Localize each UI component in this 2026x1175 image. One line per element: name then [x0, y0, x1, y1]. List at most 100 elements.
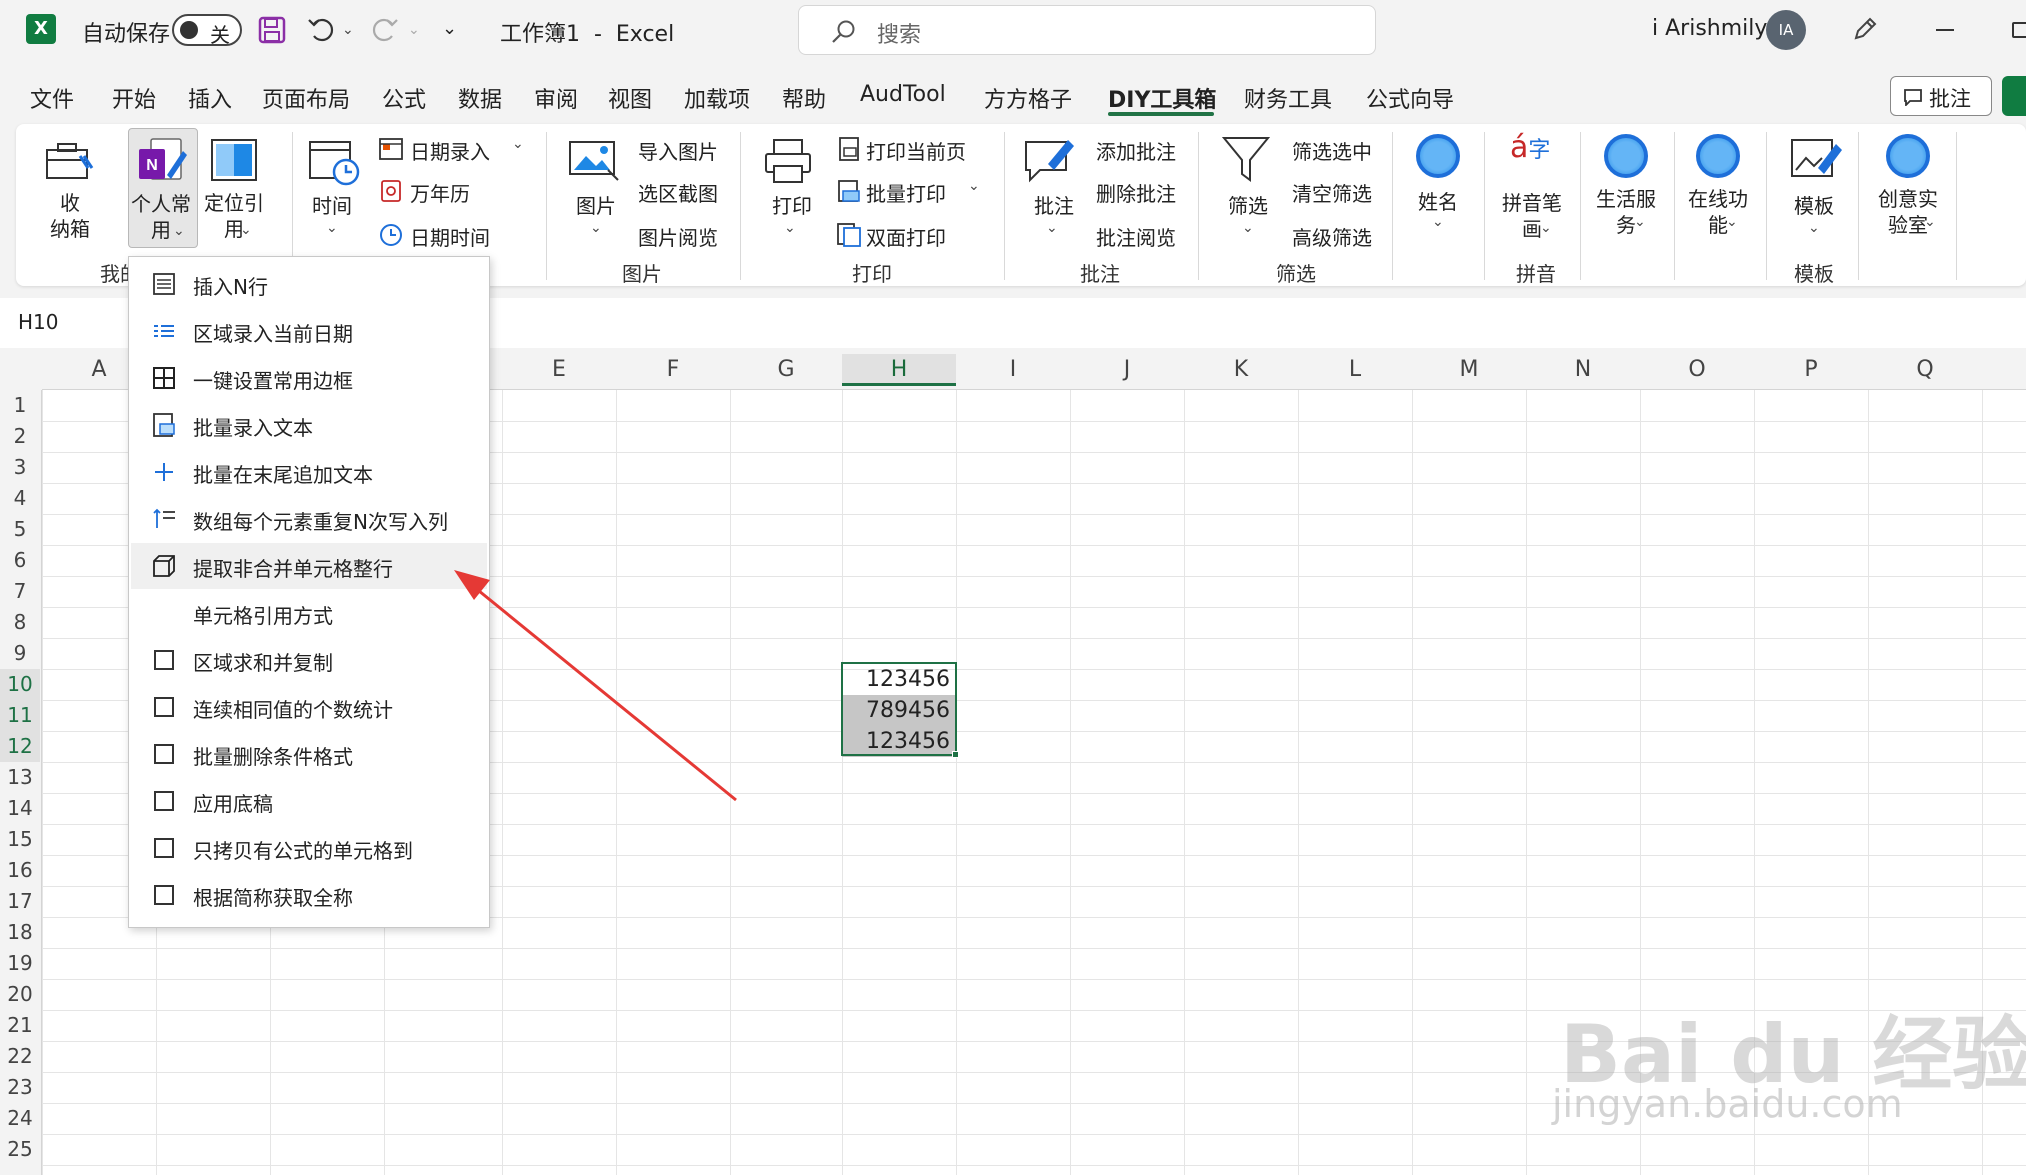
- row-header-8[interactable]: 8: [0, 607, 40, 638]
- row-header-10[interactable]: 10: [0, 669, 40, 700]
- fill-handle[interactable]: [952, 751, 959, 758]
- tab-addins[interactable]: 加载项: [684, 82, 750, 114]
- row-header-1[interactable]: 1: [0, 390, 40, 421]
- checkbox[interactable]: [154, 885, 174, 905]
- column-header-g[interactable]: G: [730, 354, 842, 386]
- tab-formula-wizard[interactable]: 公式向导: [1366, 82, 1454, 114]
- name-box[interactable]: H10: [18, 310, 59, 334]
- undo-dropdown-icon[interactable]: ⌄: [342, 22, 354, 38]
- row-header-19[interactable]: 19: [0, 948, 40, 979]
- menu-item-count-consecutive[interactable]: 连续相同值的个数统计: [131, 684, 487, 730]
- menu-item-full-name-lookup[interactable]: 根据简称获取全称: [131, 872, 487, 918]
- column-header-l[interactable]: L: [1298, 354, 1412, 386]
- picture-viewer-button[interactable]: 图片阅览: [638, 222, 718, 251]
- row-header-9[interactable]: 9: [0, 638, 40, 669]
- clear-filter-button[interactable]: 清空筛选: [1292, 178, 1372, 207]
- row-header-2[interactable]: 2: [0, 421, 40, 452]
- template-button[interactable]: 模板: [1794, 190, 1834, 219]
- online-function-button[interactable]: 在线功 能: [1688, 186, 1748, 238]
- row-header-7[interactable]: 7: [0, 576, 40, 607]
- duplex-print-button[interactable]: 双面打印: [866, 222, 946, 251]
- pinyin-stroke-button[interactable]: 拼音笔 画: [1502, 190, 1562, 242]
- tab-page-layout[interactable]: 页面布局: [262, 82, 350, 114]
- menu-item-cell-reference[interactable]: 单元格引用方式: [131, 590, 487, 636]
- comment-button[interactable]: 批注: [1890, 76, 1992, 116]
- annotation-button[interactable]: 批注: [1034, 190, 1074, 219]
- redo-dropdown-icon[interactable]: ⌄: [408, 22, 420, 38]
- column-header-q[interactable]: Q: [1868, 354, 1982, 386]
- tab-review[interactable]: 审阅: [534, 82, 578, 114]
- date-entry-button[interactable]: 日期录入: [410, 136, 490, 165]
- column-header-h[interactable]: H: [842, 354, 956, 386]
- row-header-4[interactable]: 4: [0, 483, 40, 514]
- personal-common-button[interactable]: N 个人常 用 ⌄: [128, 128, 198, 248]
- row-header-17[interactable]: 17: [0, 886, 40, 917]
- row-header-20[interactable]: 20: [0, 979, 40, 1010]
- locate-ref-button[interactable]: 定位引 用: [204, 190, 264, 242]
- tab-audtool[interactable]: AudTool: [860, 82, 946, 107]
- row-header-5[interactable]: 5: [0, 514, 40, 545]
- column-header-k[interactable]: K: [1184, 354, 1298, 386]
- column-header-o[interactable]: O: [1640, 354, 1754, 386]
- undo-icon[interactable]: [306, 14, 336, 44]
- column-header-f[interactable]: F: [616, 354, 730, 386]
- user-name[interactable]: i Arishmily: [1652, 16, 1767, 41]
- checkbox[interactable]: [154, 744, 174, 764]
- select-all-corner[interactable]: [0, 350, 42, 390]
- menu-item-extract-rows[interactable]: 提取非合并单元格整行: [131, 543, 487, 589]
- menu-item-area-date[interactable]: 区域录入当前日期: [131, 308, 487, 354]
- print-button[interactable]: 打印: [772, 190, 812, 219]
- pen-icon[interactable]: [1850, 14, 1880, 44]
- add-annotation-button[interactable]: 添加批注: [1096, 136, 1176, 165]
- tab-home[interactable]: 开始: [112, 82, 156, 114]
- customize-toolbar-icon[interactable]: ⌄: [442, 18, 457, 39]
- row-header-14[interactable]: 14: [0, 793, 40, 824]
- row-header-16[interactable]: 16: [0, 855, 40, 886]
- autosave-toggle[interactable]: 关: [172, 14, 242, 47]
- menu-item-set-borders[interactable]: 一键设置常用边框: [131, 355, 487, 401]
- checkbox[interactable]: [154, 791, 174, 811]
- tab-data[interactable]: 数据: [458, 82, 502, 114]
- creative-lab-button[interactable]: 创意实 验室: [1878, 186, 1938, 238]
- row-header-24[interactable]: 24: [0, 1103, 40, 1134]
- print-current-page-button[interactable]: 打印当前页: [866, 136, 966, 165]
- tab-file[interactable]: 文件: [30, 82, 74, 114]
- filter-button[interactable]: 筛选: [1228, 190, 1268, 219]
- row-header-22[interactable]: 22: [0, 1041, 40, 1072]
- tab-insert[interactable]: 插入: [188, 82, 232, 114]
- row-header-18[interactable]: 18: [0, 917, 40, 948]
- datetime-button[interactable]: 日期时间: [410, 222, 490, 251]
- menu-item-insert-n-rows[interactable]: 插入N行: [131, 261, 487, 307]
- restore-icon[interactable]: [2012, 22, 2026, 38]
- time-button[interactable]: 时间: [312, 190, 352, 219]
- column-header-m[interactable]: M: [1412, 354, 1526, 386]
- tab-view[interactable]: 视图: [608, 82, 652, 114]
- name-button[interactable]: 姓名: [1418, 186, 1458, 215]
- delete-annotation-button[interactable]: 删除批注: [1096, 178, 1176, 207]
- menu-item-delete-cond-format[interactable]: 批量删除条件格式: [131, 731, 487, 777]
- import-picture-button[interactable]: 导入图片: [638, 136, 718, 165]
- column-header-p[interactable]: P: [1754, 354, 1868, 386]
- checkbox[interactable]: [154, 697, 174, 717]
- view-annotation-button[interactable]: 批注阅览: [1096, 222, 1176, 251]
- avatar[interactable]: IA: [1766, 10, 1806, 50]
- advanced-filter-button[interactable]: 高级筛选: [1292, 222, 1372, 251]
- menu-item-batch-text[interactable]: 批量录入文本: [131, 402, 487, 448]
- row-header-6[interactable]: 6: [0, 545, 40, 576]
- menu-item-append-text[interactable]: 批量在末尾追加文本: [131, 449, 487, 495]
- area-screenshot-button[interactable]: 选区截图: [638, 178, 718, 207]
- menu-item-area-sum-copy[interactable]: 区域求和并复制: [131, 637, 487, 683]
- tab-help[interactable]: 帮助: [782, 82, 826, 114]
- share-button[interactable]: [2002, 76, 2026, 116]
- row-header-13[interactable]: 13: [0, 762, 40, 793]
- row-header-15[interactable]: 15: [0, 824, 40, 855]
- tab-formulas[interactable]: 公式: [382, 82, 426, 114]
- calendar-button[interactable]: 万年历: [410, 178, 470, 207]
- column-header-i[interactable]: I: [956, 354, 1070, 386]
- picture-button[interactable]: 图片: [576, 190, 616, 219]
- menu-item-copy-formula-cells[interactable]: 只拷贝有公式的单元格到: [131, 825, 487, 871]
- search-box[interactable]: 搜索: [798, 5, 1376, 55]
- redo-icon[interactable]: [370, 14, 400, 44]
- row-header-11[interactable]: 11: [0, 700, 40, 731]
- save-icon[interactable]: [258, 16, 286, 44]
